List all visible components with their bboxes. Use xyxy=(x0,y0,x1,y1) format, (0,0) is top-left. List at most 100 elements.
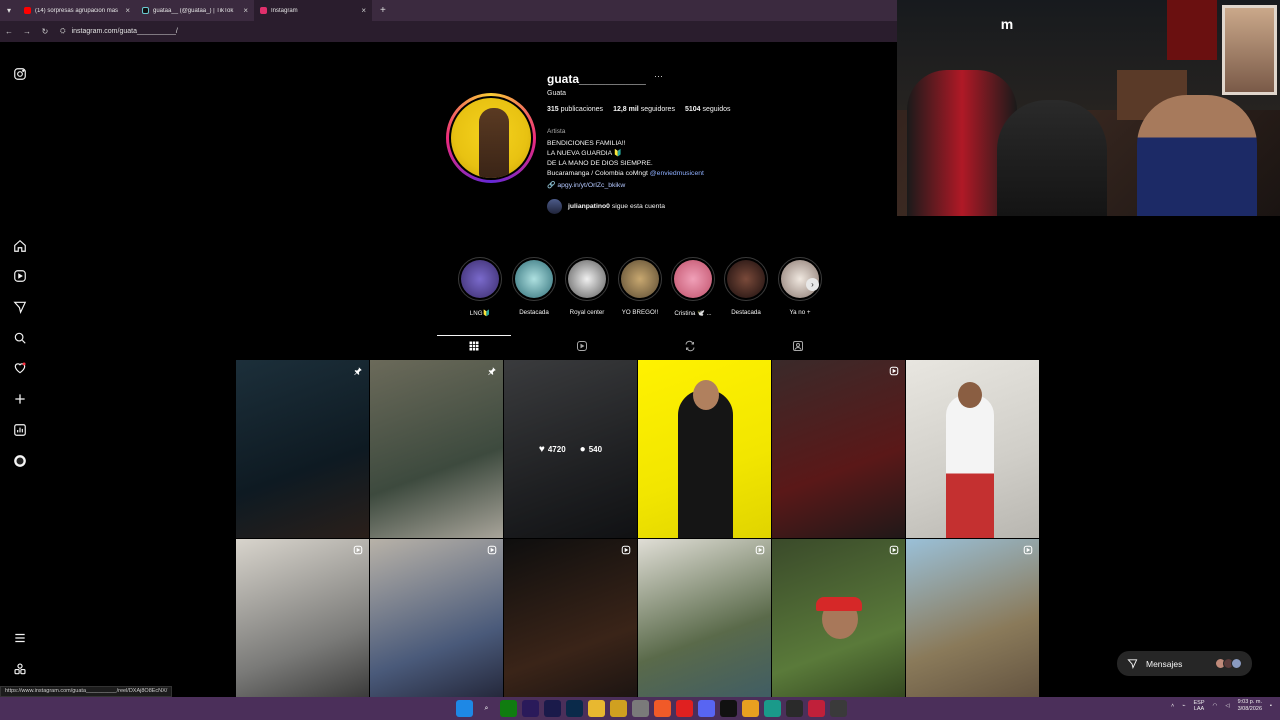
options-dots-icon[interactable]: ··· xyxy=(654,71,663,81)
volume-icon[interactable]: ◁ xyxy=(1225,703,1229,709)
instagram-logo-icon[interactable] xyxy=(11,65,28,82)
highlight-item[interactable]: LNG🔰 xyxy=(457,257,503,317)
link-icon: 🔗 xyxy=(547,182,556,189)
tray-chevron-icon[interactable]: ˄ xyxy=(1171,703,1174,709)
post-thumbnail[interactable] xyxy=(370,360,503,538)
input-language[interactable]: ESP LAA xyxy=(1194,700,1205,712)
instagram-sidebar xyxy=(0,42,40,697)
close-icon[interactable]: × xyxy=(125,6,130,15)
following-link[interactable]: 5104 seguidos xyxy=(685,106,731,113)
post-thumbnail[interactable] xyxy=(504,539,637,717)
highlight-item[interactable]: YO BREGO!! xyxy=(617,257,663,316)
app-icon[interactable] xyxy=(830,700,847,717)
post-hover-stats: ♥ 4720 ● 540 xyxy=(504,360,637,538)
followed-by[interactable]: julianpatino0 sigue esta cuenta xyxy=(547,199,665,214)
person xyxy=(1137,95,1257,216)
tab-posts-grid-icon[interactable] xyxy=(437,335,511,353)
close-icon[interactable]: × xyxy=(361,6,366,15)
browser-tab-tiktok[interactable]: guataa__ (@guataa_) | TikTok × xyxy=(136,0,254,21)
reels-icon[interactable] xyxy=(11,267,28,284)
app-icon[interactable] xyxy=(786,700,803,717)
messages-button[interactable]: Mensajes xyxy=(1117,651,1252,676)
post-thumbnail[interactable] xyxy=(236,360,369,538)
windows-start-icon[interactable] xyxy=(456,700,473,717)
app-icon[interactable] xyxy=(610,700,627,717)
post-thumbnail[interactable] xyxy=(906,539,1039,717)
clock[interactable]: 9:03 p. m. 3/08/2026 xyxy=(1238,699,1262,713)
comments-count: ● 540 xyxy=(579,443,603,455)
followers-link[interactable]: 12,8 mil seguidores xyxy=(613,106,675,113)
reel-icon xyxy=(889,366,899,376)
reel-icon xyxy=(621,545,631,555)
tiktok-icon[interactable] xyxy=(720,700,737,717)
reel-icon xyxy=(889,545,899,555)
highlight-item[interactable]: Destacada xyxy=(723,257,769,316)
search-icon[interactable]: ⌕ xyxy=(478,700,495,717)
create-plus-icon[interactable] xyxy=(11,390,28,407)
highlight-item[interactable]: Cristina 🕊️ ... xyxy=(670,257,716,317)
tab-tagged-icon[interactable] xyxy=(791,339,805,353)
browser-tab-youtube[interactable]: (14) sorpresas agrupacion mas × xyxy=(18,0,136,21)
notifications-bell-icon[interactable]: ▪ xyxy=(1270,703,1272,709)
m-logo-icon: m xyxy=(1000,16,1014,32)
person xyxy=(997,100,1107,216)
address-bar[interactable]: ⛭ instagram.com/guata__________/ xyxy=(60,28,178,36)
photoshop-icon[interactable] xyxy=(566,700,583,717)
highlight-item[interactable]: Royal center xyxy=(564,257,610,316)
after-effects-icon[interactable] xyxy=(544,700,561,717)
post-thumbnail[interactable] xyxy=(906,360,1039,538)
post-thumbnail[interactable]: ♥ 4720 ● 540 xyxy=(504,360,637,538)
profile-username: guata__________ xyxy=(547,72,646,86)
home-icon[interactable] xyxy=(11,237,28,254)
pin-icon xyxy=(353,366,363,376)
likes-count: ♥ 4720 xyxy=(538,443,566,455)
highlight-item[interactable]: Destacada xyxy=(511,257,557,316)
premiere-icon[interactable] xyxy=(522,700,539,717)
network-icon[interactable]: ⌁ xyxy=(1182,703,1185,709)
back-arrow-icon[interactable]: ← xyxy=(0,27,18,36)
post-thumbnail[interactable] xyxy=(772,360,905,538)
new-tab-button[interactable]: + xyxy=(372,5,394,16)
follower-avatar xyxy=(547,199,562,214)
search-icon[interactable] xyxy=(11,329,28,346)
profile-photo xyxy=(451,98,531,178)
direct-messages-icon[interactable] xyxy=(11,298,28,315)
profile-avatar[interactable] xyxy=(446,93,536,183)
post-thumbnail[interactable] xyxy=(772,539,905,717)
brave-icon[interactable] xyxy=(654,700,671,717)
wifi-icon[interactable]: ◠ xyxy=(1213,703,1218,709)
profile-external-link[interactable]: 🔗 apgy.in/yt/OrlZc_bkikw xyxy=(547,181,625,189)
reload-icon[interactable]: ↻ xyxy=(36,27,54,36)
bio-mention-link[interactable]: @enviedmusicent xyxy=(650,170,704,177)
opera-gx-icon[interactable] xyxy=(808,700,825,717)
highlights-next-chevron-icon[interactable]: › xyxy=(806,278,819,291)
notifications-heart-icon[interactable] xyxy=(11,359,28,376)
post-thumbnail[interactable] xyxy=(370,539,503,717)
edge-icon[interactable] xyxy=(764,700,781,717)
reel-icon xyxy=(487,545,497,555)
url-text: instagram.com/guata__________/ xyxy=(71,28,178,35)
profile-avatar-icon[interactable] xyxy=(11,452,28,469)
xbox-icon[interactable] xyxy=(500,700,517,717)
tab-reels-icon[interactable] xyxy=(575,339,589,353)
site-info-icon[interactable]: ⛭ xyxy=(60,28,66,36)
status-bar-url: https://www.instagram.com/guata_________… xyxy=(0,686,173,697)
browser-tab-instagram[interactable]: Instagram × xyxy=(254,0,372,21)
app-icon[interactable] xyxy=(632,700,649,717)
post-thumbnail[interactable] xyxy=(638,360,771,538)
tab-list-chevron-icon[interactable]: ▾ xyxy=(0,0,18,21)
insights-chart-icon[interactable] xyxy=(11,421,28,438)
post-thumbnail[interactable] xyxy=(236,539,369,717)
comment-icon: ● xyxy=(579,443,586,455)
close-icon[interactable]: × xyxy=(243,6,248,15)
heart-icon: ♥ xyxy=(538,443,545,455)
post-thumbnail[interactable] xyxy=(638,539,771,717)
discord-icon[interactable] xyxy=(698,700,715,717)
file-explorer-icon[interactable] xyxy=(588,700,605,717)
tab-reposts-icon[interactable] xyxy=(683,339,697,353)
more-menu-icon[interactable] xyxy=(11,629,28,646)
chrome-icon[interactable] xyxy=(742,700,759,717)
meta-apps-icon[interactable] xyxy=(11,660,28,677)
forward-arrow-icon[interactable]: → xyxy=(18,27,36,36)
youtube-icon[interactable] xyxy=(676,700,693,717)
